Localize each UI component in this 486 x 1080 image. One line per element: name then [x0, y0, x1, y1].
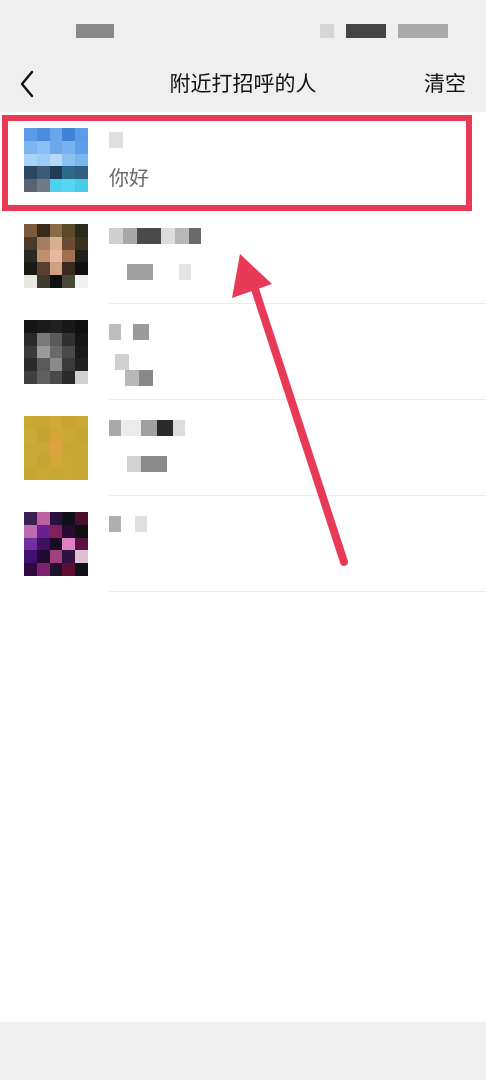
bottom-bar — [0, 1022, 486, 1080]
avatar — [24, 416, 88, 480]
contact-name-obscured — [109, 228, 201, 248]
avatar — [24, 224, 88, 288]
greeting-item[interactable] — [0, 400, 486, 496]
avatar — [24, 128, 88, 192]
status-icons-obscured — [320, 24, 334, 38]
status-time-obscured — [76, 24, 114, 38]
greetings-list: 你好 — [0, 112, 486, 592]
greeting-item[interactable]: 你好 — [0, 112, 486, 208]
greeting-item[interactable] — [0, 304, 486, 400]
greeting-message: 你好 — [109, 166, 149, 190]
avatar — [24, 512, 88, 576]
contact-name-obscured — [109, 516, 147, 536]
contact-name-obscured — [109, 132, 123, 152]
divider — [109, 591, 486, 592]
greeting-message-obscured — [127, 456, 167, 476]
greeting-item[interactable] — [0, 496, 486, 592]
status-icons-obscured — [398, 24, 448, 38]
status-icons-obscured — [346, 24, 386, 38]
back-button[interactable] — [12, 64, 48, 104]
contact-name-obscured — [109, 420, 185, 440]
page-title: 附近打招呼的人 — [169, 72, 317, 96]
chevron-left-icon — [20, 70, 34, 98]
nav-bar: 附近打招呼的人 清空 — [0, 60, 486, 112]
status-bar — [0, 0, 486, 60]
contact-name-obscured — [109, 324, 149, 344]
clear-button[interactable]: 清空 — [424, 68, 466, 98]
greeting-item[interactable] — [0, 208, 486, 304]
greeting-message-obscured — [127, 264, 191, 284]
greeting-message-obscured — [125, 370, 153, 390]
avatar — [24, 320, 88, 384]
